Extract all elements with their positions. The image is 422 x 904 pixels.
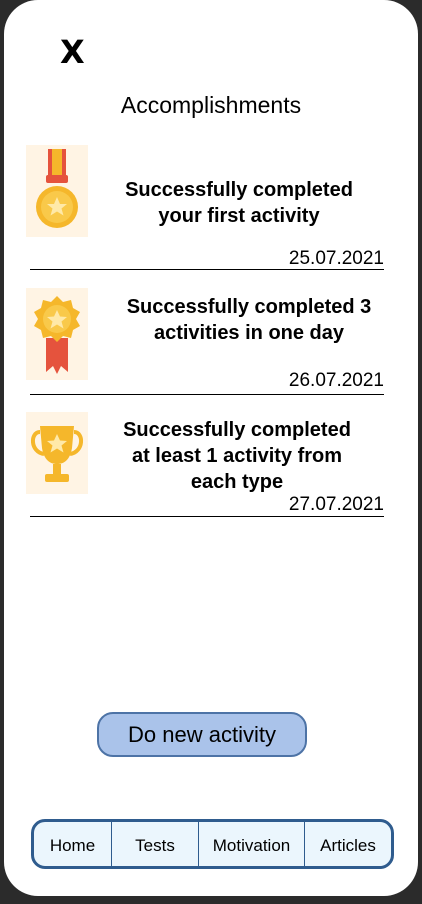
nav-item-home[interactable]: Home bbox=[34, 822, 112, 866]
gold-medal-icon bbox=[26, 145, 88, 237]
accomplishment-item: Successfully completed at least 1 activi… bbox=[24, 410, 384, 520]
do-new-activity-button[interactable]: Do new activity bbox=[97, 712, 307, 757]
accomplishment-date: 26.07.2021 bbox=[288, 370, 384, 391]
page-title: Accomplishments bbox=[120, 92, 302, 118]
nav-item-tests[interactable]: Tests bbox=[112, 822, 199, 866]
accomplishment-text-line: activities in one day bbox=[153, 322, 345, 344]
nav-item-articles[interactable]: Articles bbox=[305, 822, 391, 866]
divider bbox=[30, 516, 384, 517]
accomplishment-text-line: Successfully completed 3 bbox=[126, 296, 372, 318]
accomplishment-text-line: at least 1 activity from bbox=[131, 445, 343, 467]
accomplishment-text-line: each type bbox=[190, 471, 284, 493]
app-screen: X Accomplishments Successfully completed… bbox=[4, 0, 418, 896]
badge-ribbon-icon bbox=[26, 288, 88, 380]
accomplishment-item: Successfully completed your first activi… bbox=[24, 143, 384, 271]
accomplishment-date: 27.07.2021 bbox=[288, 494, 384, 515]
accomplishment-text-line: your first activity bbox=[158, 205, 320, 227]
nav-item-motivation[interactable]: Motivation bbox=[199, 822, 305, 866]
trophy-icon bbox=[26, 412, 88, 494]
accomplishment-item: Successfully completed 3 activities in o… bbox=[24, 286, 384, 398]
accomplishment-text-line: Successfully completed bbox=[123, 419, 351, 441]
accomplishment-date: 25.07.2021 bbox=[288, 248, 384, 269]
accomplishment-text-line: Successfully completed bbox=[125, 179, 353, 201]
divider bbox=[30, 269, 384, 270]
divider bbox=[30, 394, 384, 395]
bottom-nav: Home Tests Motivation Articles bbox=[31, 819, 394, 869]
close-button[interactable]: X bbox=[60, 36, 85, 68]
